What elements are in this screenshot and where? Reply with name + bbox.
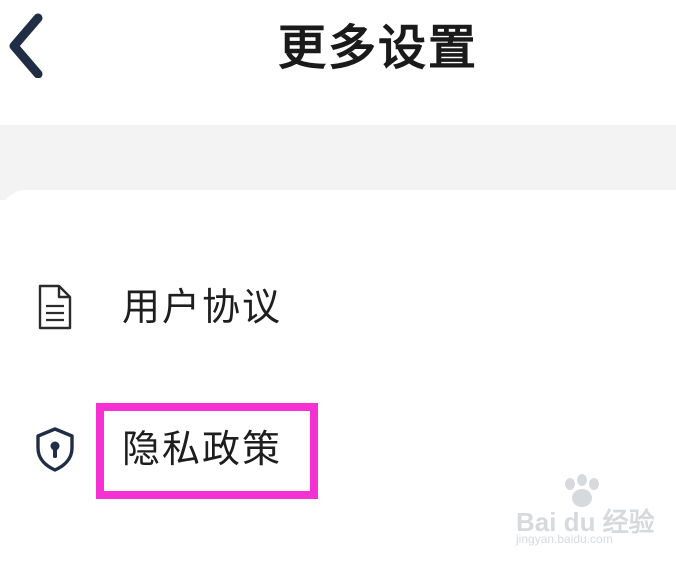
highlight-annotation-box bbox=[96, 403, 318, 499]
menu-item-user-agreement[interactable]: 用户协议 bbox=[0, 258, 676, 358]
menu-item-label: 用户协议 bbox=[122, 285, 283, 329]
shield-lock-icon bbox=[30, 424, 80, 474]
document-icon bbox=[30, 282, 80, 332]
page-title: 更多设置 bbox=[277, 20, 478, 76]
header-bar: 更多设置 bbox=[0, 0, 676, 125]
section-separator bbox=[0, 125, 676, 200]
baidu-jingyan-watermark: Bai du 经验 jingyan.baidu.com bbox=[516, 474, 656, 554]
watermark-url: jingyan.baidu.com bbox=[516, 532, 613, 546]
